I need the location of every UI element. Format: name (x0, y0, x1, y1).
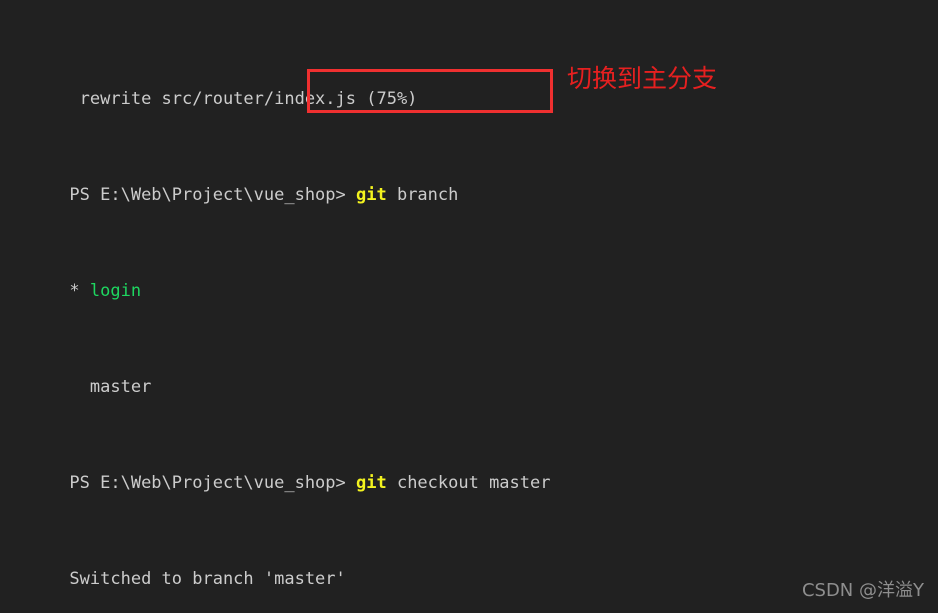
shell-prompt: PS E:\Web\Project\vue_shop> (69, 473, 356, 493)
terminal-output: rewrite src/router/index.js (75%) PS E:\… (8, 0, 919, 613)
prompt-line-git-checkout: PS E:\Web\Project\vue_shop> git checkout… (8, 447, 919, 493)
rewrite-text: rewrite src/router/index.js (75%) (69, 89, 418, 109)
branch-list-item-master: master (8, 351, 919, 397)
branch-name: login (89, 281, 142, 301)
branch-name: master (69, 377, 152, 397)
command-args: branch (386, 185, 459, 205)
command-keyword: git (356, 473, 387, 493)
switched-branch-text: Switched to branch 'master' (69, 569, 346, 589)
csdn-watermark: CSDN @洋溢Y (801, 580, 924, 601)
annotation-note: 切换到主分支 (567, 64, 718, 93)
output-line-switched-branch: Switched to branch 'master' (8, 543, 919, 589)
terminal-window[interactable]: rewrite src/router/index.js (75%) PS E:\… (0, 0, 938, 613)
command-keyword: git (356, 185, 387, 205)
output-line-rewrite: rewrite src/router/index.js (75%) (8, 63, 919, 109)
shell-prompt: PS E:\Web\Project\vue_shop> (69, 185, 356, 205)
current-branch-marker: * (69, 281, 90, 301)
command-args: checkout master (386, 473, 551, 493)
branch-list-item-login-current: * login (8, 255, 919, 301)
prompt-line-git-branch-1: PS E:\Web\Project\vue_shop> git branch (8, 159, 919, 205)
